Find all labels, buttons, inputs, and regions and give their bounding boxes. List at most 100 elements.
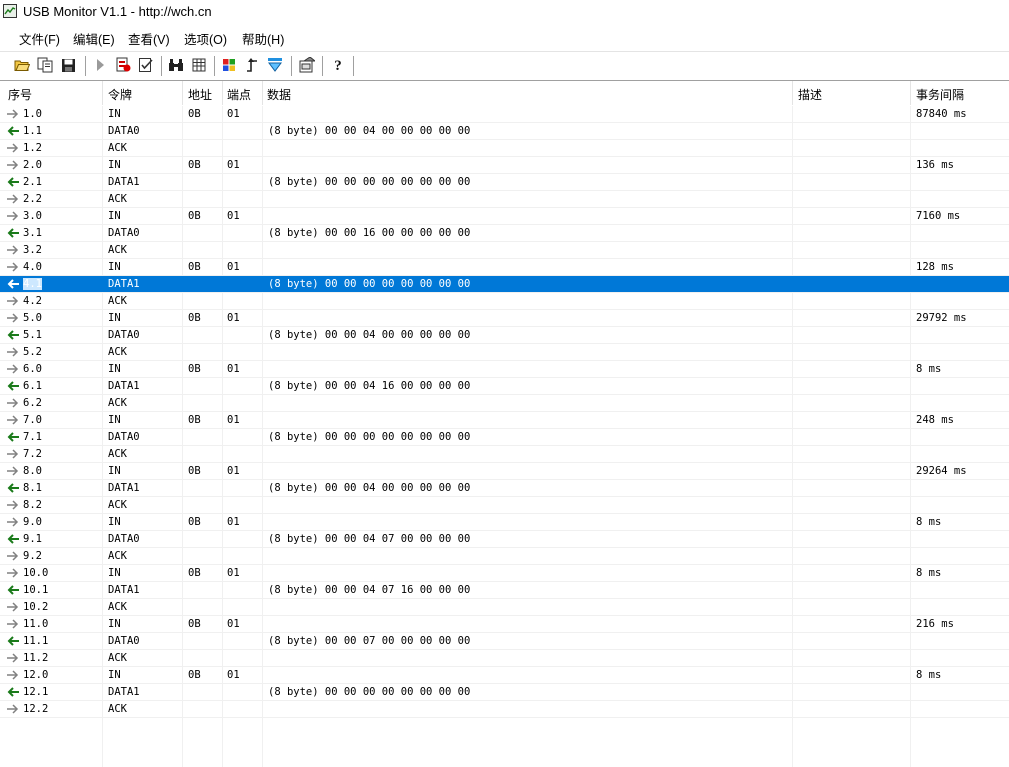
column-header-description[interactable]: 描述	[798, 86, 822, 103]
table-row[interactable]: 3.2 ACK	[0, 242, 1009, 259]
save-icon[interactable]	[59, 56, 77, 74]
table-row[interactable]: 12.1 DATA1 (8 byte) 00 00 00 00 00 00 00 0…	[0, 684, 1009, 701]
table-row[interactable]: 2.1 DATA1 (8 byte) 00 00 00 00 00 00 00 00	[0, 174, 1009, 191]
token-cell: IN	[108, 261, 121, 273]
menu-edit[interactable]: 编辑(E)	[73, 29, 115, 48]
token-cell: ACK	[108, 448, 127, 460]
endpoint-cell: 01	[227, 516, 240, 528]
address-cell: 0B	[188, 363, 201, 375]
table-row[interactable]: 2.2 ACK	[0, 191, 1009, 208]
seq-cell: 4.0	[23, 261, 42, 273]
column-header-data[interactable]: 数据	[267, 86, 291, 103]
table-row[interactable]: 10.0 IN 0B 01 8 ms	[0, 565, 1009, 582]
menu-file[interactable]: 文件(F)	[19, 29, 60, 48]
token-cell: ACK	[108, 397, 127, 409]
in-arrow-icon	[6, 277, 20, 291]
table-row[interactable]: 3.0 IN 0B 01 7160 ms	[0, 208, 1009, 225]
table-row[interactable]: 12.0 IN 0B 01 8 ms	[0, 667, 1009, 684]
table-row[interactable]: 5.2 ACK	[0, 344, 1009, 361]
table-row[interactable]: 6.0 IN 0B 01 8 ms	[0, 361, 1009, 378]
seq-cell: 12.0	[23, 669, 49, 681]
seq-cell: 12.2	[23, 703, 49, 715]
out-arrow-icon	[6, 192, 20, 206]
table-row[interactable]: 1.0 IN 0B 01 87840 ms	[0, 106, 1009, 123]
column-header-seq[interactable]: 序号	[8, 86, 32, 103]
token-cell: IN	[108, 312, 121, 324]
seq-cell: 8.0	[23, 465, 42, 477]
interval-cell: 128 ms	[916, 261, 954, 273]
table-row[interactable]: 4.2 ACK	[0, 293, 1009, 310]
interval-cell: 216 ms	[916, 618, 954, 630]
toolbar-separator	[214, 56, 215, 76]
endpoint-cell: 01	[227, 210, 240, 222]
column-header-interval[interactable]: 事务间隔	[916, 86, 964, 103]
table-row[interactable]: 3.1 DATA0 (8 byte) 00 00 16 00 00 00 00 00	[0, 225, 1009, 242]
in-arrow-icon	[6, 124, 20, 138]
token-cell: DATA1	[108, 686, 140, 698]
table-row[interactable]: 8.1 DATA1 (8 byte) 00 00 04 00 00 00 00 00	[0, 480, 1009, 497]
table-row[interactable]: 1.2 ACK	[0, 140, 1009, 157]
seq-cell: 8.2	[23, 499, 42, 511]
table-row[interactable]: 9.2 ACK	[0, 548, 1009, 565]
binoculars-icon[interactable]	[167, 56, 185, 74]
table-icon[interactable]	[190, 56, 208, 74]
table-row[interactable]: 12.2 ACK	[0, 701, 1009, 718]
address-cell: 0B	[188, 210, 201, 222]
step-icon[interactable]	[243, 56, 261, 74]
column-header-address[interactable]: 地址	[188, 86, 212, 103]
out-arrow-icon	[6, 566, 20, 580]
seq-cell: 2.2	[23, 193, 42, 205]
stop-record-icon[interactable]	[114, 56, 132, 74]
table-row[interactable]: 8.2 ACK	[0, 497, 1009, 514]
endpoint-cell: 01	[227, 414, 240, 426]
table-row[interactable]: 7.0 IN 0B 01 248 ms	[0, 412, 1009, 429]
menu-help[interactable]: 帮助(H)	[242, 29, 284, 48]
token-cell: DATA1	[108, 176, 140, 188]
table-row[interactable]: 1.1 DATA0 (8 byte) 00 00 04 00 00 00 00 00	[0, 123, 1009, 140]
token-cell: ACK	[108, 142, 127, 154]
seq-cell: 8.1	[23, 482, 42, 494]
menu-view[interactable]: 查看(V)	[128, 29, 170, 48]
filter-icon[interactable]	[266, 56, 284, 74]
color-grid-icon[interactable]	[220, 56, 238, 74]
column-header-token[interactable]: 令牌	[108, 86, 132, 103]
settings-icon[interactable]	[298, 56, 316, 74]
seq-cell: 6.1	[23, 380, 42, 392]
token-cell: ACK	[108, 550, 127, 562]
menu-options[interactable]: 选项(O)	[184, 29, 227, 48]
table-row[interactable]: 11.0 IN 0B 01 216 ms	[0, 616, 1009, 633]
table-row[interactable]: 5.0 IN 0B 01 29792 ms	[0, 310, 1009, 327]
table-row[interactable]: 11.1 DATA0 (8 byte) 00 00 07 00 00 00 00 0…	[0, 633, 1009, 650]
table-row[interactable]: 7.1 DATA0 (8 byte) 00 00 00 00 00 00 00 00	[0, 429, 1009, 446]
app-icon	[3, 4, 17, 18]
seq-cell: 7.2	[23, 448, 42, 460]
table-row[interactable]: 9.1 DATA0 (8 byte) 00 00 04 07 00 00 00 00	[0, 531, 1009, 548]
column-header-endpoint[interactable]: 端点	[227, 86, 251, 103]
table-row[interactable]: 8.0 IN 0B 01 29264 ms	[0, 463, 1009, 480]
table-row[interactable]: 6.1 DATA1 (8 byte) 00 00 04 16 00 00 00 00	[0, 378, 1009, 395]
table-row[interactable]: 10.2 ACK	[0, 599, 1009, 616]
table-row[interactable]: 11.2 ACK	[0, 650, 1009, 667]
table-row[interactable]: 5.1 DATA0 (8 byte) 00 00 04 00 00 00 00 00	[0, 327, 1009, 344]
address-cell: 0B	[188, 312, 201, 324]
data-cell: (8 byte) 00 00 07 00 00 00 00 00	[268, 635, 471, 647]
open-folder-icon[interactable]	[13, 56, 31, 74]
in-arrow-icon	[6, 634, 20, 648]
endpoint-cell: 01	[227, 567, 240, 579]
copy-icon[interactable]	[36, 56, 54, 74]
checklist-icon[interactable]	[137, 56, 155, 74]
table-row[interactable]: 7.2 ACK	[0, 446, 1009, 463]
play-icon[interactable]	[91, 56, 109, 74]
seq-cell: 4.1	[23, 278, 42, 290]
table-row[interactable]: 9.0 IN 0B 01 8 ms	[0, 514, 1009, 531]
table-row[interactable]: 2.0 IN 0B 01 136 ms	[0, 157, 1009, 174]
table-row[interactable]: 4.1 DATA1 (8 byte) 00 00 00 00 00 00 00 00	[0, 276, 1009, 293]
table-row[interactable]: 6.2 ACK	[0, 395, 1009, 412]
out-arrow-icon	[6, 702, 20, 716]
table-row[interactable]: 4.0 IN 0B 01 128 ms	[0, 259, 1009, 276]
packet-list[interactable]: 序号 令牌 地址 端点 数据 描述 事务间隔 1.0 IN 0B 01 87840 ms…	[0, 80, 1009, 767]
help-icon[interactable]: ?	[329, 56, 347, 74]
out-arrow-icon	[6, 260, 20, 274]
data-cell: (8 byte) 00 00 00 00 00 00 00 00	[268, 686, 471, 698]
table-row[interactable]: 10.1 DATA1 (8 byte) 00 00 04 07 16 00 00 0…	[0, 582, 1009, 599]
